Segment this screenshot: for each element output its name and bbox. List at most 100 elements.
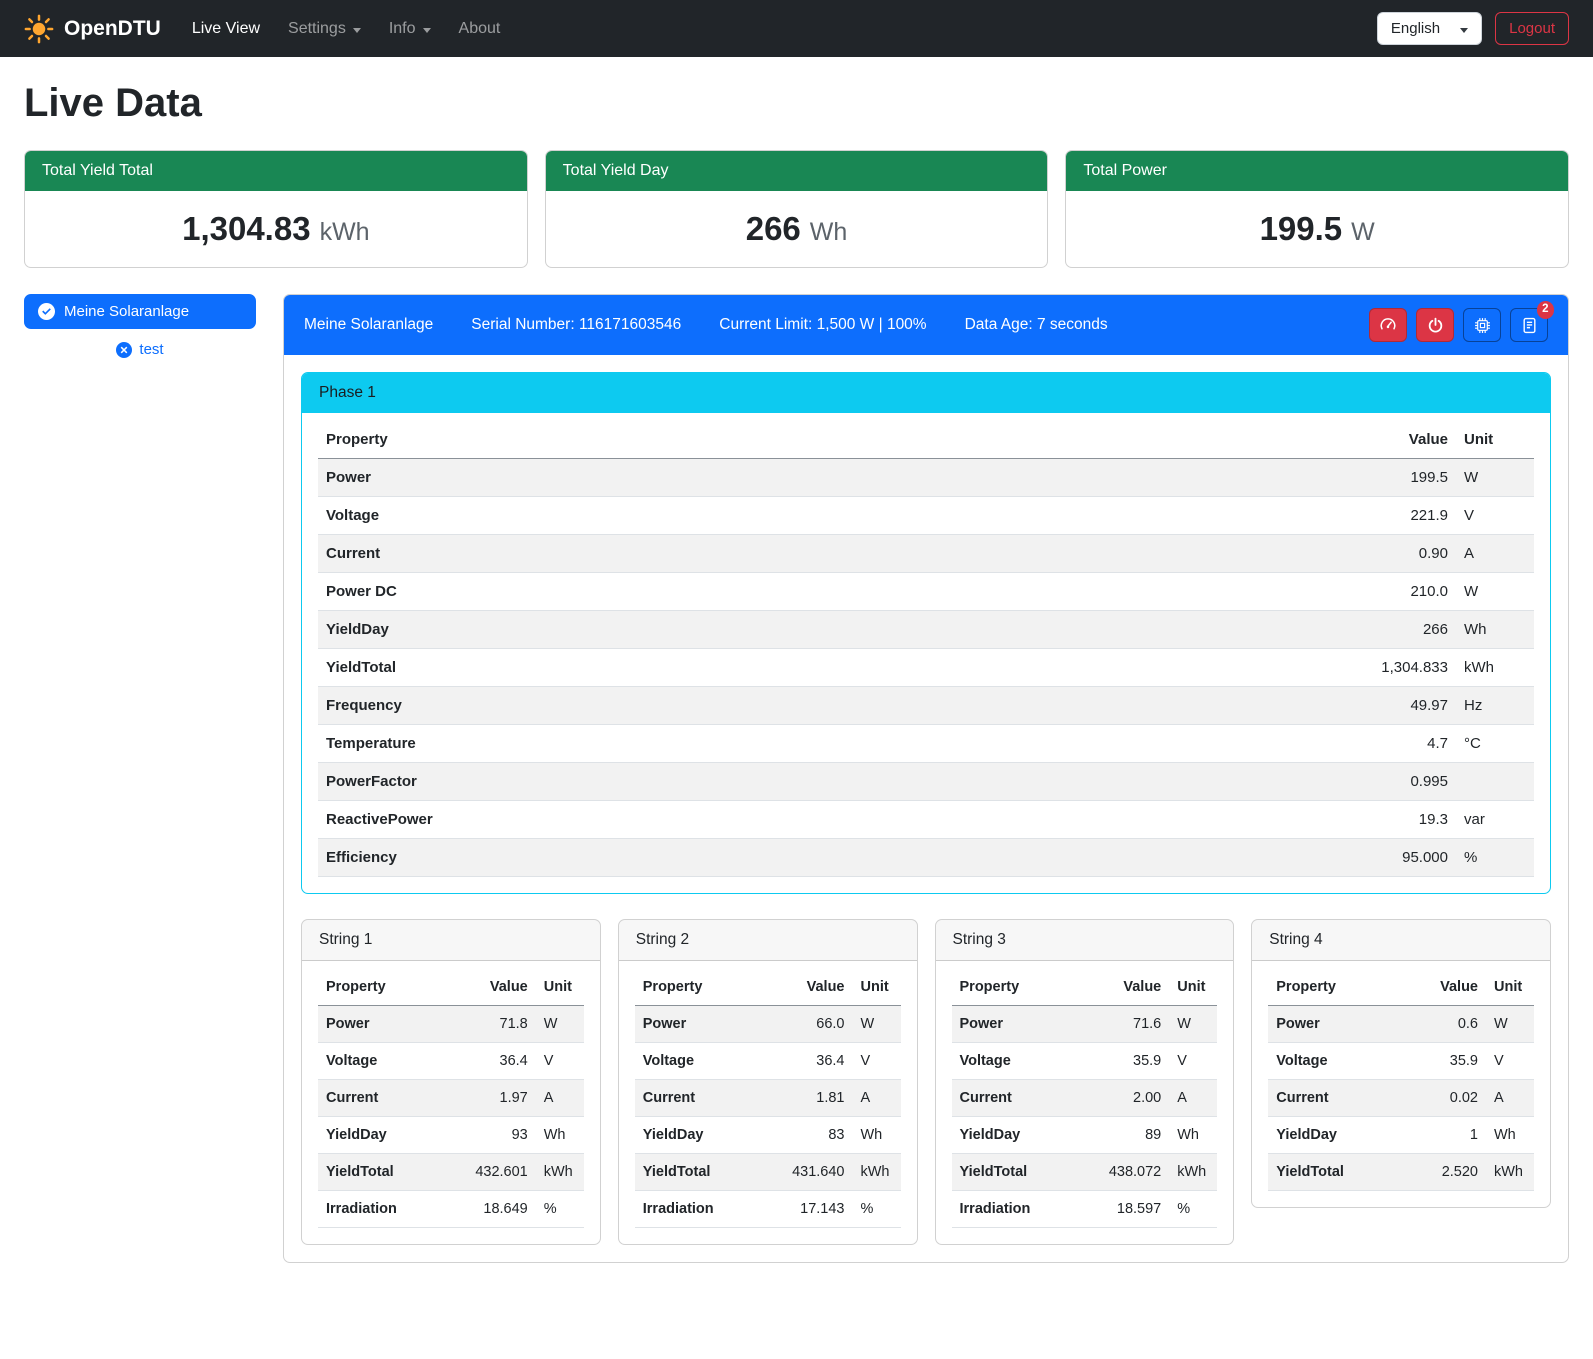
table-row: YieldDay89Wh xyxy=(952,1117,1218,1154)
property-cell: YieldDay xyxy=(318,611,998,649)
table-row: Current1.97A xyxy=(318,1080,584,1117)
property-cell: Voltage xyxy=(952,1043,1074,1080)
property-cell: Power xyxy=(1268,1006,1400,1043)
string-card-title: String 3 xyxy=(936,920,1234,961)
value-cell: 199.5 xyxy=(998,459,1456,497)
property-cell: YieldTotal xyxy=(318,1154,440,1191)
value-cell: 0.6 xyxy=(1401,1006,1486,1043)
column-unit: Unit xyxy=(853,969,901,1006)
property-cell: YieldDay xyxy=(635,1117,757,1154)
unit-cell: kWh xyxy=(1169,1154,1217,1191)
value-cell: 71.8 xyxy=(440,1006,536,1043)
property-cell: Voltage xyxy=(318,1043,440,1080)
unit-cell: Wh xyxy=(1456,611,1534,649)
value-cell: 0.90 xyxy=(998,535,1456,573)
unit-cell: A xyxy=(536,1080,584,1117)
string-card-1: String 1 Property Value Unit xyxy=(301,919,601,1245)
table-row: Irradiation17.143% xyxy=(635,1191,901,1228)
nav-item-info[interactable]: Info xyxy=(378,12,442,46)
tag-label: test xyxy=(139,341,163,358)
column-property: Property xyxy=(635,969,757,1006)
tag-filter-test[interactable]: test xyxy=(24,341,256,358)
value-cell: 93 xyxy=(440,1117,536,1154)
value-cell: 36.4 xyxy=(440,1043,536,1080)
phase-card: Phase 1 Property Value Unit Power199.5WV… xyxy=(301,372,1551,894)
value-cell: 35.9 xyxy=(1073,1043,1169,1080)
property-cell: YieldTotal xyxy=(1268,1154,1400,1191)
value-cell: 35.9 xyxy=(1401,1043,1486,1080)
string-table-wrap: Property Value Unit Power66.0WVoltage36.… xyxy=(619,961,917,1244)
value-cell: 49.97 xyxy=(998,687,1456,725)
value-cell: 66.0 xyxy=(757,1006,853,1043)
value-cell: 431.640 xyxy=(757,1154,853,1191)
nav-item-settings[interactable]: Settings xyxy=(277,12,372,46)
unit-cell: W xyxy=(1456,573,1534,611)
navbar: OpenDTU Live View Settings Info About En… xyxy=(0,0,1593,57)
table-row: Irradiation18.649% xyxy=(318,1191,584,1228)
logout-button[interactable]: Logout xyxy=(1495,12,1569,45)
table-row: YieldTotal1,304.833kWh xyxy=(318,649,1534,687)
table-row: YieldDay266Wh xyxy=(318,611,1534,649)
unit-cell: Wh xyxy=(1486,1117,1534,1154)
property-cell: Current xyxy=(318,535,998,573)
value-cell: 17.143 xyxy=(757,1191,853,1228)
property-cell: Current xyxy=(1268,1080,1400,1117)
column-unit: Unit xyxy=(1169,969,1217,1006)
language-select[interactable]: English xyxy=(1377,12,1482,45)
table-row: Voltage221.9V xyxy=(318,497,1534,535)
content-row: Meine Solaranlage test Meine Solaranlage… xyxy=(24,294,1569,1263)
device-info-button[interactable] xyxy=(1463,308,1501,342)
nav-item-label: Live View xyxy=(192,20,260,38)
summary-card-total-yield-day: Total Yield Day 266 Wh xyxy=(545,150,1049,268)
table-row: Power DC210.0W xyxy=(318,573,1534,611)
value-cell: 1,304.833 xyxy=(998,649,1456,687)
string-table: Property Value Unit Power71.6WVoltage35.… xyxy=(952,969,1218,1228)
value-cell: 18.649 xyxy=(440,1191,536,1228)
unit-cell: °C xyxy=(1456,725,1534,763)
column-unit: Unit xyxy=(1456,421,1534,459)
event-log-button[interactable]: 2 xyxy=(1510,308,1548,342)
column-property: Property xyxy=(952,969,1074,1006)
string-table: Property Value Unit Power71.8WVoltage36.… xyxy=(318,969,584,1228)
property-cell: Voltage xyxy=(1268,1043,1400,1080)
summary-value: 266 xyxy=(746,210,801,247)
property-cell: Irradiation xyxy=(635,1191,757,1228)
property-cell: Current xyxy=(952,1080,1074,1117)
summary-card-total-power: Total Power 199.5W xyxy=(1065,150,1569,268)
property-cell: Power xyxy=(952,1006,1074,1043)
nav-item-live-view[interactable]: Live View xyxy=(181,12,271,46)
string-table-body: Power66.0WVoltage36.4VCurrent1.81AYieldD… xyxy=(635,1006,901,1228)
table-row: Current0.02A xyxy=(1268,1080,1534,1117)
table-header-row: Property Value Unit xyxy=(1268,969,1534,1006)
summary-card-title: Total Yield Day xyxy=(546,151,1048,191)
property-cell: YieldDay xyxy=(952,1117,1074,1154)
nav-item-about[interactable]: About xyxy=(448,12,512,46)
property-cell: Efficiency xyxy=(318,839,998,877)
table-row: Current0.90A xyxy=(318,535,1534,573)
unit-cell: A xyxy=(1456,535,1534,573)
table-row: Voltage36.4V xyxy=(318,1043,584,1080)
unit-cell: Wh xyxy=(853,1117,901,1154)
table-header-row: Property Value Unit xyxy=(318,421,1534,459)
column-value: Value xyxy=(440,969,536,1006)
inverter-select-button[interactable]: Meine Solaranlage xyxy=(24,294,256,329)
table-row: Power0.6W xyxy=(1268,1006,1534,1043)
value-cell: 1.97 xyxy=(440,1080,536,1117)
phase-table-body: Power199.5 W Voltage221.9VCurrent0.90APowe… xyxy=(318,459,1534,877)
unit-cell: Wh xyxy=(536,1117,584,1154)
unit-cell xyxy=(1456,763,1534,801)
string-card-title: String 2 xyxy=(619,920,917,961)
property-cell: Power xyxy=(318,459,998,497)
brand-label: OpenDTU xyxy=(64,17,161,41)
unit-cell: kWh xyxy=(536,1154,584,1191)
table-row: Frequency49.97Hz xyxy=(318,687,1534,725)
property-cell: YieldTotal xyxy=(635,1154,757,1191)
inverter-limit: Current Limit: 1,500 W | 100% xyxy=(719,316,926,334)
power-button[interactable] xyxy=(1416,308,1454,342)
inverter-card: Meine Solaranlage Serial Number: 1161716… xyxy=(283,294,1569,1263)
limit-settings-button[interactable] xyxy=(1369,308,1407,342)
summary-unit: Wh xyxy=(810,218,848,246)
column-value: Value xyxy=(998,421,1456,459)
gauge-icon xyxy=(1379,316,1397,334)
brand: OpenDTU xyxy=(24,14,161,44)
